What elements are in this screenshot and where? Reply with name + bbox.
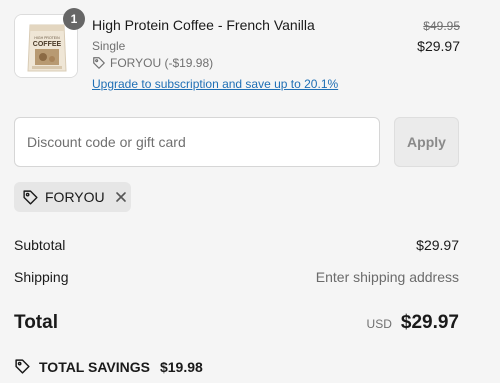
shipping-label: Shipping	[14, 269, 69, 285]
compare-at-price: $49.95	[423, 19, 460, 33]
close-icon[interactable]	[115, 191, 127, 203]
total-label: Total	[14, 312, 58, 333]
currency-code: USD	[366, 317, 392, 331]
upgrade-subscription-link[interactable]: Upgrade to subscription and save up to 2…	[92, 77, 338, 91]
tag-icon	[92, 56, 106, 70]
product-title: High Protein Coffee - French Vanilla	[92, 17, 315, 33]
line-discount-text: FORYOU (-$19.98)	[110, 56, 214, 70]
total-savings-label: TOTAL SAVINGS	[39, 358, 150, 375]
tag-icon	[22, 189, 39, 206]
quantity-badge: 1	[63, 8, 85, 30]
product-thumbnail-wrapper: HIGH PROTEIN COFFEE 1	[14, 8, 85, 78]
line-discount: FORYOU (-$19.98)	[92, 56, 213, 70]
tag-icon	[14, 358, 31, 375]
shipping-value: Enter shipping address	[315, 269, 459, 285]
total-amount: $29.97	[400, 312, 459, 333]
subtotal-label: Subtotal	[14, 237, 66, 253]
total-value: USD $29.97	[367, 312, 459, 334]
applied-discount-code: FORYOU	[45, 189, 105, 205]
product-variant: Single	[92, 39, 126, 53]
total-savings: TOTAL SAVINGS $19.98	[14, 358, 203, 375]
thumbnail-label: COFFEE	[33, 41, 62, 48]
svg-text:HIGH PROTEIN: HIGH PROTEIN	[34, 36, 60, 40]
total-savings-amount: $19.98	[159, 358, 203, 375]
discount-code-input[interactable]	[14, 117, 380, 167]
line-price: $29.97	[417, 38, 460, 54]
apply-discount-button[interactable]: Apply	[394, 117, 459, 167]
applied-discount-chip: FORYOU	[14, 182, 131, 212]
line-item: HIGH PROTEIN COFFEE 1 High Protein Coffe…	[14, 8, 460, 94]
subtotal-value: $29.97	[416, 237, 459, 253]
